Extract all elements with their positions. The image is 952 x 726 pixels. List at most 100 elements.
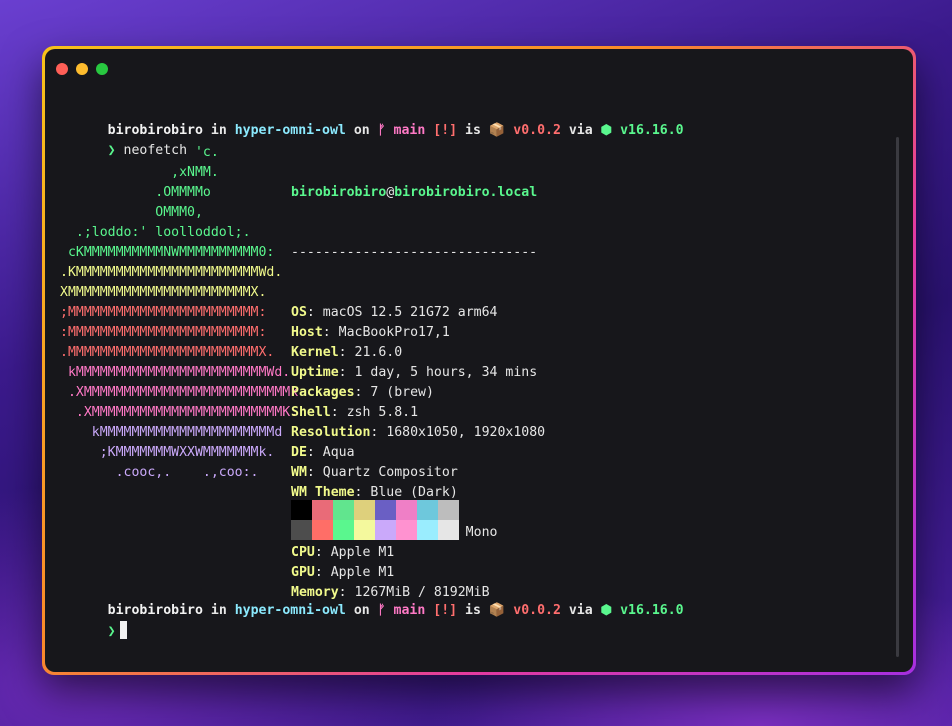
ascii-art-line: kMMMMMMMMMMMMMMMMMMMMMMMMWd. [60, 365, 291, 380]
sysinfo-key: WM [291, 465, 307, 480]
sysinfo-key-separator: : [306, 445, 323, 460]
node-version: v16.16.0 [620, 603, 684, 618]
sysinfo-value: Apple M1 [330, 545, 395, 560]
sysinfo-row: DE: Aqua [291, 443, 545, 463]
text-cursor [119, 621, 127, 639]
prompt-in: in [210, 603, 227, 618]
color-swatch-normal-0 [291, 500, 312, 520]
sysinfo-row: GPU: Apple M1 [291, 563, 545, 583]
prompt-chevron-icon: ❯ [107, 624, 116, 639]
package-icon: 📦 [488, 603, 506, 618]
ascii-art-line: .MMMMMMMMMMMMMMMMMMMMMMMMX. [60, 345, 275, 360]
sysinfo-row: OS: macOS 12.5 21G72 arm64 [291, 303, 545, 323]
sysinfo-value: 21.6.0 [354, 345, 403, 360]
color-swatch-normal-6 [417, 500, 438, 520]
ascii-art-line: 'c. [60, 145, 219, 160]
color-swatch-bright-3 [354, 520, 375, 540]
input-line[interactable]: ❯ [60, 601, 127, 662]
ascii-art-line: .cooc,. .,coo:. [60, 465, 259, 480]
ascii-art-line: ;MMMMMMMMMMMMMMMMMMMMMMMM: [60, 305, 267, 320]
ascii-art-line: .OMMMMo [60, 185, 211, 200]
window-controls [56, 63, 108, 75]
color-swatch-normal-2 [333, 500, 354, 520]
prompt-directory: hyper-omni-owl [234, 123, 346, 138]
sysinfo-key: DE [291, 445, 307, 460]
ascii-art-line: :MMMMMMMMMMMMMMMMMMMMMMMM: [60, 325, 267, 340]
color-swatch-normal-4 [375, 500, 396, 520]
git-branch-icon: ᚠ [377, 603, 386, 618]
sysinfo-row: Packages: 7 (brew) [291, 383, 545, 403]
sysinfo-key-separator: : [370, 425, 387, 440]
sysinfo-key-separator: : [338, 345, 355, 360]
package-version: v0.0.2 [513, 603, 561, 618]
ascii-art-line: XMMMMMMMMMMMMMMMMMMMMMMMX. [60, 285, 267, 300]
sysinfo-key: Shell [291, 405, 331, 420]
sysinfo-key: GPU [291, 565, 315, 580]
prompt-in: in [210, 123, 227, 138]
ascii-art-line: OMMM0, [60, 205, 203, 220]
color-swatch-bright-1 [312, 520, 333, 540]
color-swatch-normal-7 [438, 500, 459, 520]
sysinfo-row: CPU: Apple M1 [291, 543, 545, 563]
ascii-art-line: ;KMMMMMMMWXXWMMMMMMMk. [60, 445, 275, 460]
sysinfo-key: Resolution [291, 425, 371, 440]
prompt-via: via [568, 603, 593, 618]
sysinfo-key: OS [291, 305, 307, 320]
sysinfo-value: MacBookPro17,1 [338, 325, 450, 340]
sysinfo-value: 1680x1050, 1920x1080 [386, 425, 546, 440]
sysinfo-row: WM: Quartz Compositor [291, 463, 545, 483]
sysinfo-row: Resolution: 1680x1050, 1920x1080 [291, 423, 545, 443]
ascii-art-line: ,xNMM. [60, 165, 219, 180]
sysinfo-row: Uptime: 1 day, 5 hours, 34 mins [291, 363, 545, 383]
color-swatch-normal-1 [312, 500, 333, 520]
sysinfo-key-separator: : [322, 325, 339, 340]
color-swatch-normal-3 [354, 500, 375, 520]
minimize-button[interactable] [76, 63, 88, 75]
sysinfo-header: birobirobiro@birobirobiro.local [291, 183, 545, 203]
terminal-frame: birobirobiro in hyper-omni-owl on ᚠ main… [42, 46, 916, 675]
color-swatch-bright-7 [438, 520, 459, 540]
ascii-art-line: cKMMMMMMMMMMNWMMMMMMMMMM0: [60, 245, 275, 260]
package-version: v0.0.2 [513, 123, 561, 138]
ascii-art-line: kMMMMMMMMMMMMMMMMMMMMMMd [60, 425, 283, 440]
sysinfo-key-separator: : [306, 305, 323, 320]
node-icon: ⬢ [600, 123, 613, 138]
sysinfo-value: Aqua [322, 445, 355, 460]
ascii-art-line: .;loddo:' loolloddol;. [60, 225, 251, 240]
color-swatch-bright-6 [417, 520, 438, 540]
ascii-apple-logo: 'c. ,xNMM. .OMMMMo OMMM0, .;loddo:' lool… [60, 143, 298, 483]
color-swatch-bright-2 [333, 520, 354, 540]
color-swatch-bright-5 [396, 520, 417, 540]
git-branch: main [393, 123, 426, 138]
sysinfo-key-separator: : [338, 365, 355, 380]
sysinfo-value: Quartz Compositor [322, 465, 458, 480]
prompt-line-2: birobirobiro in hyper-omni-owl on ᚠ main… [60, 581, 684, 641]
sysinfo-key: Host [291, 325, 323, 340]
zoom-button[interactable] [96, 63, 108, 75]
sysinfo-value: 7 (brew) [370, 385, 434, 400]
system-info: birobirobiro@birobirobiro.local --------… [291, 143, 545, 600]
prompt-via: via [568, 123, 593, 138]
sysinfo-value: zsh 5.8.1 [346, 405, 419, 420]
sysinfo-key-separator: : [354, 385, 371, 400]
terminal-window[interactable]: birobirobiro in hyper-omni-owl on ᚠ main… [45, 49, 913, 672]
scrollbar[interactable] [896, 137, 899, 657]
prompt-is: is [465, 603, 481, 618]
sysinfo-row: Kernel: 21.6.0 [291, 343, 545, 363]
color-swatch-bright-4 [375, 520, 396, 540]
sysinfo-key: Uptime [291, 365, 339, 380]
node-version: v16.16.0 [620, 123, 684, 138]
sysinfo-value: Apple M1 [330, 565, 395, 580]
sysinfo-value: macOS 12.5 21G72 arm64 [322, 305, 498, 320]
sysinfo-key-separator: : [314, 565, 331, 580]
color-swatch-bright-0 [291, 520, 312, 540]
sysinfo-key: Packages [291, 385, 355, 400]
prompt-on: on [353, 123, 370, 138]
prompt-directory: hyper-omni-owl [234, 603, 346, 618]
sysinfo-rows: OS: macOS 12.5 21G72 arm64 Host: MacBookP… [291, 303, 545, 600]
color-swatch-normal-5 [396, 500, 417, 520]
package-icon: 📦 [488, 123, 506, 138]
ascii-art-line: .XMMMMMMMMMMMMMMMMMMMMMMMMK. [60, 405, 299, 420]
sysinfo-key: Kernel [291, 345, 339, 360]
close-button[interactable] [56, 63, 68, 75]
